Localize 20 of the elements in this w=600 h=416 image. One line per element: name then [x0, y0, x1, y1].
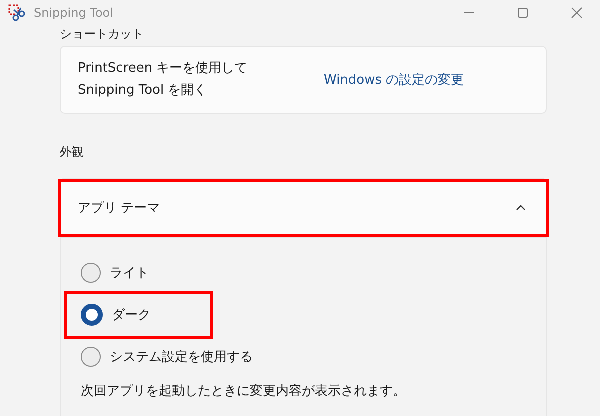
section-heading: 外観 — [60, 144, 85, 160]
theme-radio-option[interactable]: システム設定を使用する — [81, 336, 253, 378]
radio-button[interactable] — [81, 304, 103, 326]
maximize-icon — [517, 7, 529, 19]
theme-radio-option[interactable]: ライト — [81, 252, 149, 294]
shortcut-description: PrintScreen キーを使用して Snipping Tool を開く — [78, 60, 249, 100]
option-label: ダーク — [112, 307, 151, 324]
option-label: ライト — [110, 265, 149, 282]
close-icon — [571, 7, 583, 19]
section-heading: ショートカット — [60, 26, 145, 42]
app-theme-expander[interactable]: アプリ テーマ — [60, 178, 547, 238]
radio-button[interactable] — [81, 347, 101, 367]
scissors-icon — [8, 4, 26, 22]
restart-note: 次回アプリを起動したときに変更内容が表示されます。 — [81, 383, 407, 400]
theme-radio-option[interactable]: ダーク — [81, 294, 151, 336]
option-label: システム設定を使用する — [110, 349, 253, 366]
chevron-up-icon — [516, 205, 526, 211]
window-title: Snipping Tool — [34, 6, 114, 20]
radio-button[interactable] — [81, 263, 101, 283]
settings-link[interactable]: Windows の設定の変更 — [324, 71, 464, 89]
